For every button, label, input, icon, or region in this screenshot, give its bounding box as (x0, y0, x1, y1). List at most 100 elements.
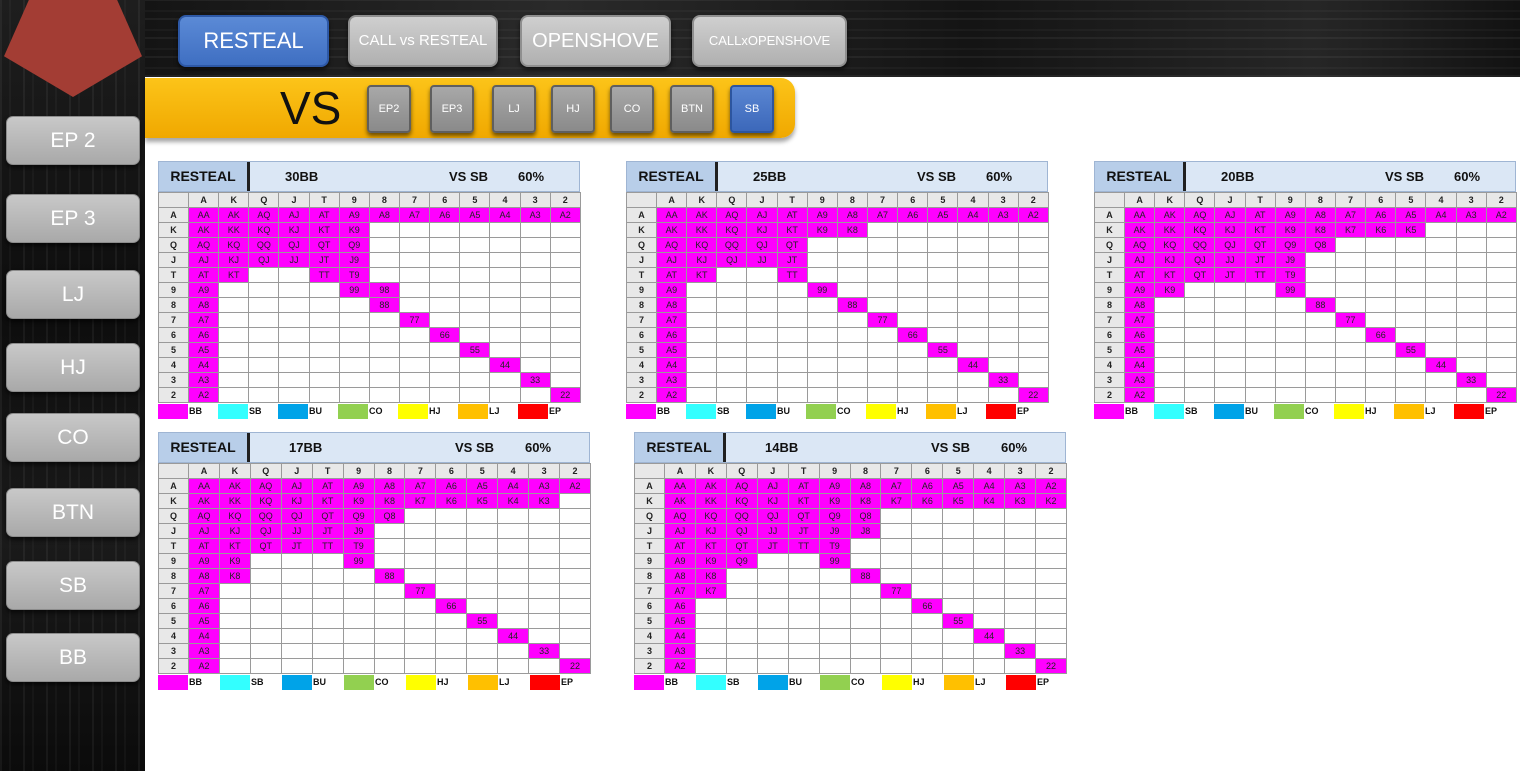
hand-cell (849, 553, 882, 569)
vs-button-hj[interactable]: HJ (551, 85, 595, 133)
hand-cell: A6 (1365, 207, 1397, 223)
hand-cell (1395, 372, 1427, 388)
rank-header: 5 (942, 463, 975, 479)
position-button-co[interactable]: CO (6, 413, 140, 462)
hand-cell (927, 222, 959, 238)
vs-button-sb[interactable]: SB (730, 85, 774, 133)
rank-row-label: 5 (158, 342, 189, 358)
hand-cell: A8 (849, 478, 882, 494)
hand-cell (373, 658, 406, 674)
hand-cell (342, 628, 375, 644)
hand-cell (1365, 297, 1397, 313)
hand-cell (549, 357, 581, 373)
rank-header: 9 (818, 463, 851, 479)
hand-cell (248, 282, 280, 298)
hand-cell (1425, 327, 1457, 343)
hand-cell (1485, 357, 1517, 373)
hand-cell: A4 (497, 478, 530, 494)
hand-cell (911, 658, 944, 674)
hand-cell (746, 297, 778, 313)
hand-cell (342, 583, 375, 599)
hand-cell (787, 658, 820, 674)
hand-cell (497, 613, 530, 629)
hand-cell (1035, 628, 1067, 644)
hand-cell: KJ (1154, 252, 1186, 268)
vs-button-ep2[interactable]: EP2 (367, 85, 411, 133)
hand-cell (1425, 312, 1457, 328)
legend-label: SB (249, 406, 262, 416)
mode-button-call-vs-resteal[interactable]: CALL vs RESTEAL (348, 15, 498, 67)
chart-percent: 60% (1454, 169, 1481, 184)
hand-cell (1244, 327, 1276, 343)
hand-cell (278, 372, 310, 388)
position-button-sb[interactable]: SB (6, 561, 140, 610)
hand-cell (308, 282, 340, 298)
hand-cell: JT (787, 523, 820, 539)
rank-row-label: Q (1094, 237, 1125, 253)
range-grid: A K Q J T 9 8 7 6 5 4 3 2 A AA AK AQ AJ AT A9 A8 A7 A6 A5 A4 A3 A2… (158, 192, 581, 403)
hand-cell (497, 538, 530, 554)
hand-cell (429, 252, 461, 268)
rank-header: 5 (927, 192, 959, 208)
mode-button-openshove[interactable]: OPENSHOVE (520, 15, 671, 67)
hand-cell (248, 297, 280, 313)
hand-cell (942, 598, 975, 614)
hand-cell (459, 357, 491, 373)
hand-cell: A9 (342, 478, 375, 494)
hand-cell (1485, 222, 1517, 238)
rank-row-label: J (158, 252, 189, 268)
hand-cell: A7 (404, 478, 437, 494)
hand-cell (1304, 312, 1336, 328)
rank-header: J (278, 192, 310, 208)
hand-cell: AT (1244, 207, 1276, 223)
hand-cell (519, 342, 551, 358)
hand-cell: AQ (664, 508, 696, 524)
hand-cell: A8 (1123, 297, 1156, 313)
hand-cell: AJ (278, 207, 310, 223)
hand-cell: A5 (664, 613, 696, 629)
hand-cell: A9 (1123, 282, 1156, 298)
rank-header: 8 (1304, 192, 1336, 208)
hand-cell: AT (1123, 267, 1156, 283)
legend-label: LJ (1425, 406, 1436, 416)
hand-cell: AA (1123, 207, 1156, 223)
hand-cell (987, 222, 1019, 238)
hand-cell (1425, 267, 1457, 283)
hand-cell: AJ (188, 523, 220, 539)
mode-button-callxopenshove[interactable]: CALLxOPENSHOVE (692, 15, 847, 67)
hand-cell: Q9 (338, 237, 370, 253)
hand-cell: A2 (187, 387, 220, 403)
hand-cell: 98 (368, 282, 400, 298)
vs-button-ep3[interactable]: EP3 (430, 85, 474, 133)
hand-cell: K9 (338, 222, 370, 238)
hand-cell: AK (218, 207, 250, 223)
hand-cell: K9 (694, 553, 727, 569)
hand-cell: J9 (338, 252, 370, 268)
position-button-ep2[interactable]: EP 2 (6, 116, 140, 165)
position-button-ep3[interactable]: EP 3 (6, 194, 140, 243)
hand-cell (1184, 387, 1216, 403)
hand-cell (1274, 357, 1306, 373)
hand-cell: K4 (973, 493, 1006, 509)
vs-button-btn[interactable]: BTN (670, 85, 714, 133)
vs-button-lj[interactable]: LJ (492, 85, 536, 133)
hand-cell (1035, 583, 1067, 599)
hand-cell (248, 387, 280, 403)
legend-label: EP (549, 406, 562, 416)
hand-cell (1035, 508, 1067, 524)
rank-header: 2 (1485, 192, 1517, 208)
hand-cell: A2 (664, 658, 696, 674)
position-button-bb[interactable]: BB (6, 633, 140, 682)
position-button-hj[interactable]: HJ (6, 343, 140, 392)
hand-cell: A7 (187, 312, 220, 328)
mode-button-resteal[interactable]: RESTEAL (178, 15, 329, 67)
legend-label: CO (1305, 406, 1319, 416)
position-button-btn[interactable]: BTN (6, 488, 140, 537)
hand-cell (248, 327, 280, 343)
rank-header: 3 (528, 463, 561, 479)
hand-cell: AQ (716, 207, 748, 223)
vs-button-co[interactable]: CO (610, 85, 654, 133)
hand-cell (489, 297, 521, 313)
hand-cell (725, 643, 758, 659)
position-button-lj[interactable]: LJ (6, 270, 140, 319)
